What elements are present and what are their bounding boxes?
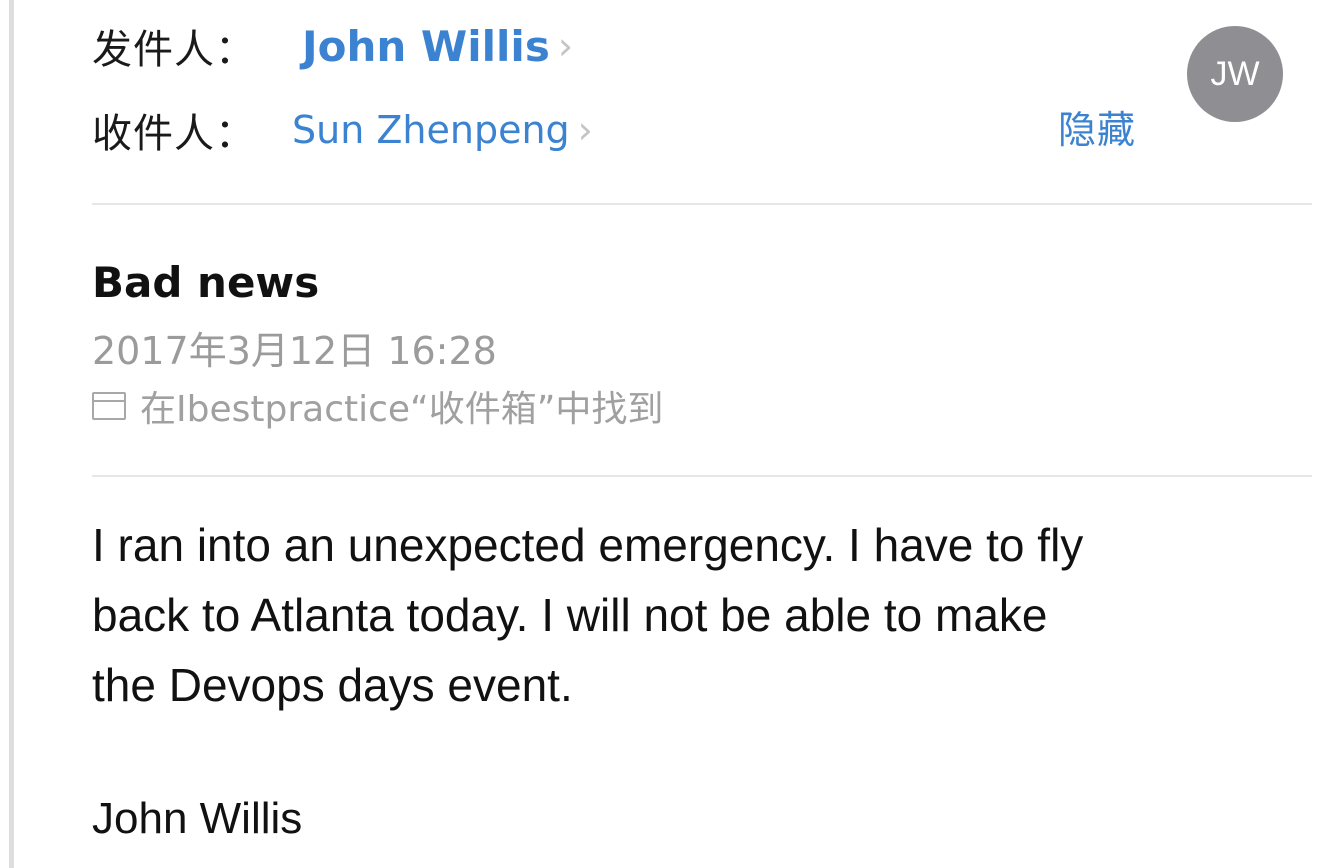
body-line: the Devops days event.: [92, 659, 573, 711]
left-border: [9, 0, 14, 868]
email-signature: John Willis: [92, 794, 303, 843]
to-row: 收件人： Sun Zhenpeng ›: [92, 104, 593, 157]
body-line: I ran into an unexpected emergency. I ha…: [92, 519, 1084, 571]
email-body: I ran into an unexpected emergency. I ha…: [92, 510, 1292, 720]
avatar-initials: JW: [1210, 54, 1260, 93]
email-view: 发件人： John Willis › 收件人： Sun Zhenpeng › 隐…: [0, 0, 1336, 868]
divider: [92, 475, 1312, 477]
avatar[interactable]: JW: [1187, 26, 1283, 122]
email-subject: Bad news: [92, 258, 320, 307]
chevron-right-icon[interactable]: ›: [558, 24, 573, 68]
to-label: 收件人：: [92, 111, 256, 157]
folder-icon: [92, 392, 126, 420]
chevron-right-icon[interactable]: ›: [578, 108, 593, 152]
mailbox-location-text: 在Ibestpractice“收件箱”中找到: [140, 389, 664, 430]
from-row: 发件人： John Willis ›: [92, 18, 573, 74]
recipient-name-link[interactable]: Sun Zhenpeng: [292, 108, 570, 152]
email-timestamp: 2017年3月12日 16:28: [92, 329, 497, 373]
from-label: 发件人：: [92, 27, 256, 73]
hide-details-button[interactable]: 隐藏: [1058, 104, 1136, 156]
mailbox-location-link[interactable]: 在Ibestpractice“收件箱”中找到: [92, 382, 663, 430]
divider: [92, 203, 1312, 205]
sender-name-link[interactable]: John Willis: [302, 22, 550, 71]
body-line: back to Atlanta today. I will not be abl…: [92, 589, 1048, 641]
